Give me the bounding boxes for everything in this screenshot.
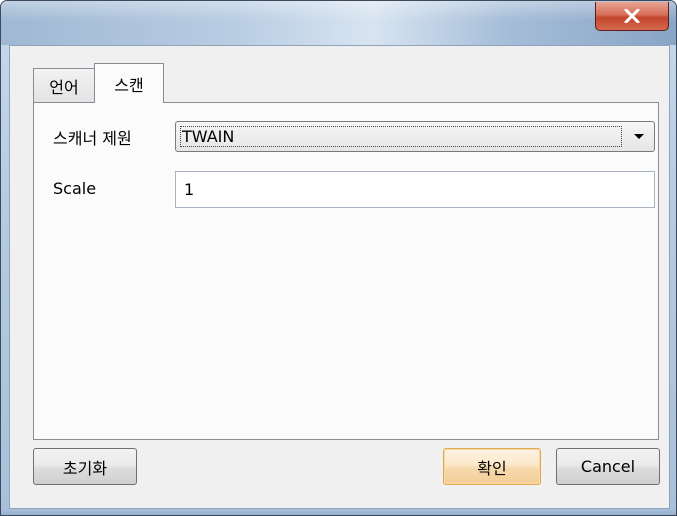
cancel-button[interactable]: Cancel: [556, 448, 660, 485]
dialog-window: 언어 스캔 스캐너 제원 TWAIN Scale 초기화 확인 Cancel: [0, 0, 677, 516]
tab-scan[interactable]: 스캔: [94, 63, 164, 103]
reset-button[interactable]: 초기화: [33, 448, 137, 485]
scanner-source-value: TWAIN: [180, 126, 622, 147]
title-bar[interactable]: [1, 1, 676, 45]
scan-tab-panel: 스캐너 제원 TWAIN Scale: [33, 102, 659, 440]
close-button[interactable]: [595, 2, 669, 31]
dialog-client-area: 언어 스캔 스캐너 제원 TWAIN Scale 초기화 확인 Cancel: [9, 45, 670, 509]
ok-button[interactable]: 확인: [443, 448, 541, 485]
scale-input[interactable]: [175, 171, 655, 208]
tab-language[interactable]: 언어: [33, 68, 95, 102]
window-bottom-frame: [1, 509, 676, 515]
close-x-icon: [624, 9, 640, 23]
scanner-source-label: 스캐너 제원: [53, 129, 132, 148]
scanner-source-dropdown[interactable]: TWAIN: [175, 121, 655, 152]
dropdown-arrow-icon: [634, 134, 644, 139]
tab-strip: 언어 스캔: [33, 63, 164, 103]
scale-label: Scale: [53, 179, 97, 198]
